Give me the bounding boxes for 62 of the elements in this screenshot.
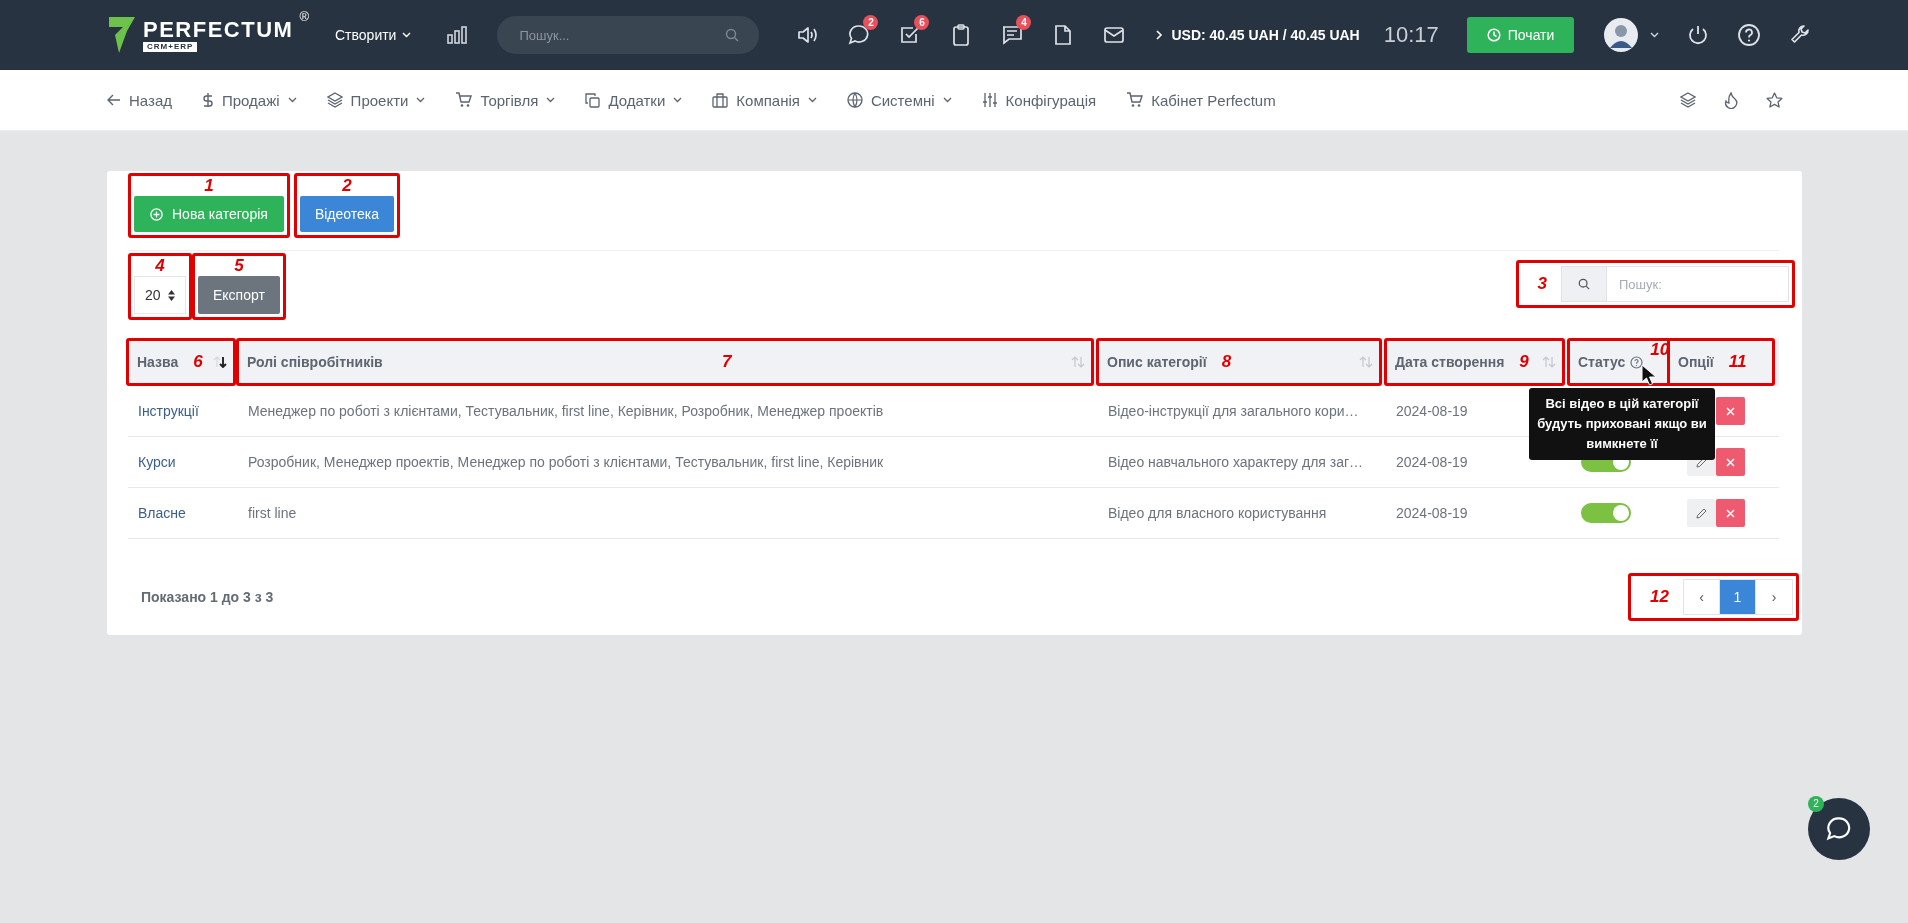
nav-item[interactable]: Системні: [846, 91, 952, 109]
count-badge: 4: [1016, 15, 1032, 30]
header-label: Назва: [137, 354, 179, 370]
annotation-number: 1: [204, 176, 214, 196]
category-link[interactable]: Курси: [138, 454, 176, 470]
column-header[interactable]: Дата створення 9: [1384, 338, 1565, 386]
table-info: Показано 1 до 3 з 3: [141, 589, 274, 605]
annotation-number: 4: [155, 256, 165, 276]
logo-subtitle: CRM+ERP: [143, 42, 198, 52]
table-cell: Відео для власного користування: [1108, 505, 1327, 521]
nav-item[interactable]: Компанія: [712, 91, 817, 109]
clock-time: 10:17: [1383, 22, 1439, 48]
table-cell: 2024-08-19: [1396, 505, 1468, 521]
column-header[interactable]: Опис категорії 8: [1096, 338, 1382, 386]
nav-item[interactable]: Продажі: [202, 91, 297, 109]
nav-item[interactable]: Конфігурація: [981, 91, 1097, 109]
nav-item[interactable]: Проекти: [326, 91, 426, 109]
nav-item[interactable]: Торгівля: [455, 91, 556, 109]
nav-item[interactable]: Назад: [107, 91, 172, 109]
table-cell: 2024-08-19: [1396, 454, 1468, 470]
header-label: Дата створення: [1395, 354, 1505, 370]
export-button[interactable]: Експорт: [198, 276, 280, 314]
header-label: Опис категорії: [1107, 354, 1207, 370]
annotation-number: 5: [234, 256, 244, 276]
page-button[interactable]: 1: [1720, 580, 1756, 614]
count-badge: 2: [1808, 796, 1824, 812]
annotation-number: 6: [193, 352, 203, 372]
nav-item[interactable]: Кабінет Perfectum: [1126, 91, 1276, 109]
table-cell: Відео-інструкції для загального кори…: [1108, 403, 1359, 419]
annotation-number: 3: [1537, 274, 1547, 294]
table-cell: Розробник, Менеджер проектів, Менеджер по роботі з клієнтами, Тестувальник, first line, Керівник: [248, 454, 884, 470]
annotation-number: 2: [342, 176, 352, 196]
currency-rate: USD: 40.45 UAH / 40.45 UAH: [1171, 27, 1360, 43]
table-cell: Відео навчального характеру для заг…: [1108, 454, 1364, 470]
table-cell: first line: [248, 505, 297, 521]
annotation-number: 12: [1650, 587, 1669, 607]
action-button[interactable]: Відеотека: [299, 196, 395, 232]
header-label: Статус: [1578, 354, 1626, 370]
column-header[interactable]: Назва 6: [126, 338, 236, 386]
column-header[interactable]: Опції 11: [1667, 338, 1775, 386]
search-input[interactable]: Пошук...: [517, 26, 726, 44]
annotation-number: 8: [1221, 352, 1232, 372]
search-field[interactable]: Пошук:: [1561, 266, 1789, 302]
column-header[interactable]: Ролі співробітників 7: [236, 338, 1094, 386]
header-label: Ролі співробітників: [247, 354, 383, 370]
search-field[interactable]: Пошук...: [497, 16, 760, 54]
page-size-select[interactable]: 20: [134, 276, 186, 314]
logo-text: PERFECTUM: [143, 18, 294, 42]
category-link[interactable]: Інструкції: [138, 403, 199, 419]
annotation-number: 9: [1519, 352, 1529, 372]
count-badge: 6: [914, 15, 930, 30]
create-menu[interactable]: Створити: [329, 26, 418, 44]
category-link[interactable]: Власне: [138, 505, 186, 521]
nav-item[interactable]: Додатки: [585, 91, 683, 109]
annotation-number: 7: [722, 352, 732, 372]
table-cell: 2024-08-19: [1396, 403, 1468, 419]
table-cell: Менеджер по роботі з клієнтами, Тестувальник, first line, Керівник, Розробник, Менеджер проектів: [248, 403, 884, 419]
tooltip: Всі відео в цій категорії будуть приховані якщо ви вимкнете її: [1529, 388, 1715, 460]
count-badge: 2: [863, 15, 879, 30]
registered-mark: ®: [299, 9, 309, 24]
header-label: Опції: [1678, 354, 1714, 370]
annotation-number: 11: [1728, 352, 1747, 372]
